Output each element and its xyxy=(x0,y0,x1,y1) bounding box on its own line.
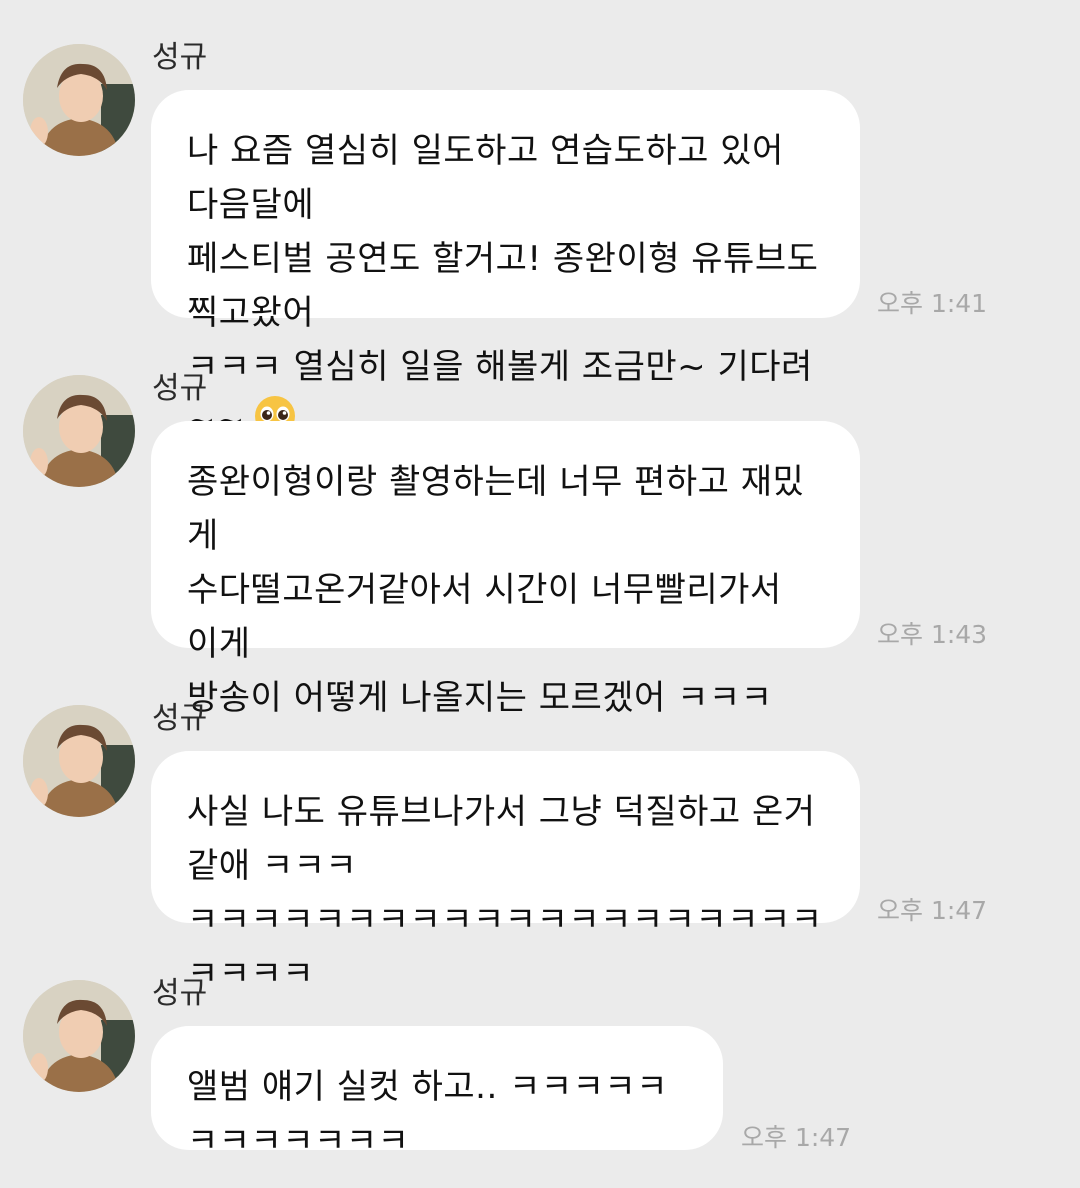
avatar[interactable] xyxy=(23,44,135,156)
avatar[interactable] xyxy=(23,980,135,1092)
sender-name: 성규 xyxy=(152,40,208,75)
message-time: 오후 1:47 xyxy=(877,896,988,925)
sender-name: 성규 xyxy=(152,701,208,736)
profile-photo xyxy=(23,375,135,487)
message-bubble[interactable]: 앨범 얘기 실컷 하고.. ㅋㅋㅋㅋㅋㅋㅋㅋㅋㅋㅋㅋ xyxy=(151,1026,723,1161)
message-group: 성규 앨범 얘기 실컷 하고.. ㅋㅋㅋㅋㅋㅋㅋㅋㅋㅋㅋㅋ 오후 1:47 xyxy=(0,976,1080,1161)
sender-name: 성규 xyxy=(152,371,208,406)
message-bubble[interactable]: 종완이형이랑 촬영하는데 너무 편하고 재밌게 수다떨고온거같아서 시간이 너무… xyxy=(151,421,860,718)
profile-photo xyxy=(23,705,135,817)
message-time: 오후 1:41 xyxy=(877,289,988,318)
message-text: 사실 나도 유튜브나가서 그냥 덕질하고 온거같애 ㅋㅋㅋ ㅋㅋㅋㅋㅋㅋㅋㅋㅋㅋ… xyxy=(187,792,823,994)
sender-name: 성규 xyxy=(152,976,208,1011)
message-group: 성규 종완이형이랑 촬영하는데 너무 편하고 재밌게 수다떨고온거같아서 시간이… xyxy=(0,371,1080,718)
message-group: 성규 나 요즘 열심히 일도하고 연습도하고 있어 다음달에 페스티벌 공연도 … xyxy=(0,40,1080,441)
avatar[interactable] xyxy=(23,375,135,487)
message-bubble[interactable]: 나 요즘 열심히 일도하고 연습도하고 있어 다음달에 페스티벌 공연도 할거고… xyxy=(151,90,860,441)
message-text: 종완이형이랑 촬영하는데 너무 편하고 재밌게 수다떨고온거같아서 시간이 너무… xyxy=(187,462,805,718)
message-text: 앨범 얘기 실컷 하고.. ㅋㅋㅋㅋㅋㅋㅋㅋㅋㅋㅋㅋ xyxy=(187,1067,668,1161)
message-group: 성규 사실 나도 유튜브나가서 그냥 덕질하고 온거같애 ㅋㅋㅋ ㅋㅋㅋㅋㅋㅋㅋ… xyxy=(0,701,1080,994)
message-time: 오후 1:43 xyxy=(877,620,988,649)
message-bubble[interactable]: 사실 나도 유튜브나가서 그냥 덕질하고 온거같애 ㅋㅋㅋ ㅋㅋㅋㅋㅋㅋㅋㅋㅋㅋ… xyxy=(151,751,860,994)
profile-photo xyxy=(23,44,135,156)
avatar[interactable] xyxy=(23,705,135,817)
message-time: 오후 1:47 xyxy=(741,1123,852,1152)
profile-photo xyxy=(23,980,135,1092)
